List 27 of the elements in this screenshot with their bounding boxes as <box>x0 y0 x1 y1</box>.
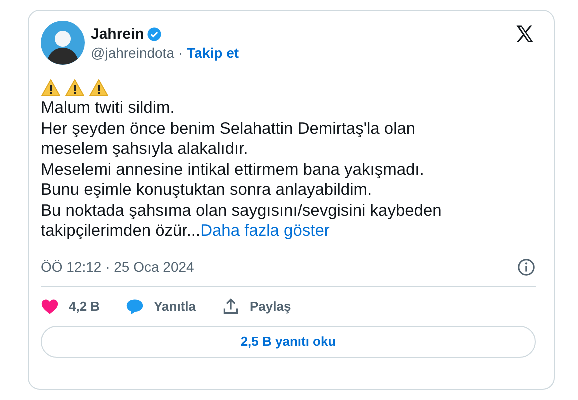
follow-link[interactable]: Takip et <box>187 44 240 60</box>
x-logo-icon[interactable] <box>514 23 536 45</box>
show-more-link[interactable]: Daha fazla göster <box>200 222 330 240</box>
tweet-text-line: Bunu eşimle konuştuktan sonra anlayabildim. <box>41 181 372 199</box>
author-handle[interactable]: @jahreindota <box>91 44 174 60</box>
verified-badge-icon <box>147 26 162 42</box>
warning-icon <box>41 79 61 97</box>
warning-icon <box>65 79 85 97</box>
heart-icon[interactable] <box>41 298 59 316</box>
tweet-text-line: Meselemi annesine intikal ettirmem bana yakışmadı. <box>41 160 424 178</box>
action-label[interactable]: Paylaş <box>250 299 292 314</box>
avatar-icon[interactable] <box>41 21 85 65</box>
separator-dot: · <box>178 44 184 60</box>
tweet-text-line: Bu noktada şahsıma olan saygısını/sevgisini kaybeden <box>41 202 442 220</box>
warning-icon <box>89 79 109 97</box>
author-name[interactable]: Jahrein <box>91 26 144 42</box>
tweet-text-line: Her şeyden önce benim Selahattin Demirtaş'la olan <box>41 120 416 138</box>
speech-bubble-icon[interactable] <box>126 298 144 316</box>
action-label[interactable]: Yanıtla <box>154 299 196 314</box>
action-label[interactable]: 4,2 B <box>69 299 100 314</box>
tweet-text-line: takipçilerimden özür... <box>41 222 201 240</box>
tweet-text-line: meselem şahsıyla alakalıdır. <box>41 140 248 158</box>
share-icon[interactable] <box>222 298 240 316</box>
info-icon[interactable] <box>517 258 536 276</box>
read-replies-button[interactable]: 2,5 B yanıtı oku <box>41 326 536 358</box>
timestamp[interactable]: ÖÖ 12:12 · 25 Oca 2024 <box>41 259 194 275</box>
tweet-text-line: Malum twiti sildim. <box>41 99 175 117</box>
